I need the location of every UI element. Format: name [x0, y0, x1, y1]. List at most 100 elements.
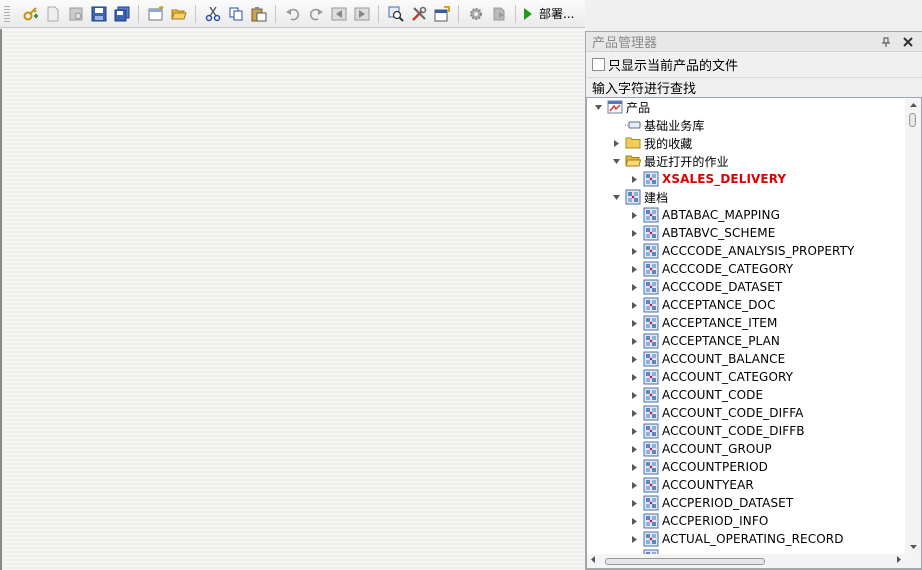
new-window-icon[interactable]: [146, 4, 166, 24]
table-icon: [643, 531, 659, 547]
new-document-icon[interactable]: [43, 4, 63, 24]
tree-node[interactable]: ACTUAL_OPERATING_RECORD: [629, 530, 844, 548]
cut-icon[interactable]: [203, 4, 223, 24]
tree-node[interactable]: ACCEPTANCE_DOC: [629, 296, 776, 314]
table-icon: [643, 261, 659, 277]
only-current-checkbox-row[interactable]: 只显示当前产品的文件: [586, 52, 922, 78]
deploy-button[interactable]: 部署...: [523, 4, 574, 24]
only-current-checkbox[interactable]: [592, 58, 605, 71]
tree-node[interactable]: ACCCODE_CATEGORY: [629, 260, 793, 278]
tree-node[interactable]: ACCPERIOD_INFO: [629, 512, 768, 530]
tree-node-label: ACCOUNTYEAR: [662, 478, 754, 492]
tree-node[interactable]: 最近打开的作业: [611, 152, 729, 170]
collapse-arrow-icon[interactable]: [611, 156, 621, 166]
tree-node[interactable]: 基础业务库: [611, 116, 705, 134]
library-icon: [625, 117, 641, 133]
table-icon: [643, 405, 659, 421]
expand-arrow-icon[interactable]: [629, 534, 639, 544]
expand-arrow-icon[interactable]: [629, 282, 639, 292]
redo-icon[interactable]: [306, 4, 326, 24]
gear-icon[interactable]: [466, 4, 486, 24]
tree-node[interactable]: ACCOUNT_CODE_DIFFA: [629, 404, 803, 422]
tree-node-label: ACCEPTANCE_DOC: [662, 298, 776, 312]
expand-arrow-icon[interactable]: [629, 444, 639, 454]
scroll-right-icon[interactable]: [897, 556, 901, 563]
expand-arrow-icon[interactable]: [629, 498, 639, 508]
deploy-gray-icon[interactable]: [489, 4, 509, 24]
paste-icon[interactable]: [249, 4, 269, 24]
copy-icon[interactable]: [226, 4, 246, 24]
toolbar-separator: [378, 4, 379, 23]
expand-arrow-icon[interactable]: [629, 516, 639, 526]
vertical-scroll-thumb[interactable]: [909, 113, 916, 127]
expand-arrow-icon[interactable]: [629, 426, 639, 436]
tree-node[interactable]: ACCOUNT_GROUP: [629, 440, 772, 458]
save-all-icon[interactable]: [112, 4, 132, 24]
tree-node[interactable]: ACCOUNTYEAR: [629, 476, 754, 494]
tree-node-label: ABTABAC_MAPPING: [662, 208, 781, 222]
horizontal-scroll-thumb[interactable]: [605, 558, 765, 565]
tree-node[interactable]: ACCOUNT_CODE_DIFFB: [629, 422, 805, 440]
tree-node[interactable]: ACCCODE_ANALYSIS_PROPERTY: [629, 242, 854, 260]
collapse-arrow-icon[interactable]: [593, 102, 603, 112]
tree-node[interactable]: ACCOUNT_CATEGORY: [629, 368, 793, 386]
tools-icon[interactable]: [409, 4, 429, 24]
horizontal-scrollbar[interactable]: [587, 554, 921, 568]
expand-arrow-icon[interactable]: [629, 372, 639, 382]
vertical-scrollbar[interactable]: [905, 98, 921, 554]
expand-arrow-icon[interactable]: [629, 210, 639, 220]
tree-node-label: ACCOUNT_CODE_DIFFA: [662, 406, 804, 420]
properties-icon[interactable]: [432, 4, 452, 24]
tree-node[interactable]: ACCOUNT_CODE: [629, 386, 763, 404]
table-icon: [643, 513, 659, 529]
tree-node[interactable]: ABTABAC_MAPPING: [629, 206, 780, 224]
tree-node-label: ACCEPTANCE_PLAN: [662, 334, 781, 348]
tree-root-node[interactable]: 产品: [593, 98, 650, 116]
tree-node[interactable]: XSALES_DELIVERY: [629, 170, 786, 188]
tree-node[interactable]: ACCOUNT_BALANCE: [629, 350, 785, 368]
table-icon: [643, 441, 659, 457]
main-toolbar: 部署...: [0, 0, 585, 28]
tree-node[interactable]: ACCEPTANCE_ITEM: [629, 314, 777, 332]
toolbar-separator: [138, 4, 139, 23]
save-icon[interactable]: [89, 4, 109, 24]
expand-arrow-icon[interactable]: [629, 336, 639, 346]
expand-arrow-icon[interactable]: [629, 390, 639, 400]
tree-node[interactable]: ACCCODE_DATASET: [629, 278, 782, 296]
expand-arrow-icon[interactable]: [629, 318, 639, 328]
pin-icon[interactable]: [878, 34, 894, 50]
tree-node[interactable]: 我的收藏: [611, 134, 692, 152]
undo-icon[interactable]: [283, 4, 303, 24]
tree-node[interactable]: ACCPERIOD_DATASET: [629, 494, 793, 512]
expand-arrow-icon[interactable]: [629, 480, 639, 490]
tree-node[interactable]: ACCEPTANCE_PLAN: [629, 332, 780, 350]
find-icon[interactable]: [386, 4, 406, 24]
close-icon[interactable]: [900, 34, 916, 50]
collapse-arrow-icon[interactable]: [611, 192, 621, 202]
toolbar-grip[interactable]: [4, 5, 10, 22]
expand-arrow-icon[interactable]: [629, 174, 639, 184]
expand-arrow-icon[interactable]: [629, 264, 639, 274]
new-key-icon[interactable]: [20, 4, 40, 24]
expand-arrow-icon[interactable]: [629, 408, 639, 418]
tree-node[interactable]: ABTABVC_SCHEME: [629, 224, 775, 242]
scroll-up-icon[interactable]: [905, 98, 921, 112]
tree-node[interactable]: 建档: [611, 188, 668, 206]
editor-area[interactable]: [0, 29, 585, 570]
table-icon: [643, 351, 659, 367]
expand-arrow-icon[interactable]: [629, 228, 639, 238]
scroll-left-icon[interactable]: [591, 556, 595, 563]
expand-arrow-icon[interactable]: [629, 354, 639, 364]
search-label[interactable]: 输入字符进行查找: [586, 78, 922, 98]
expand-arrow-icon[interactable]: [629, 300, 639, 310]
expand-arrow-icon[interactable]: [629, 246, 639, 256]
disk-gray-icon[interactable]: [66, 4, 86, 24]
step-back-icon[interactable]: [329, 4, 349, 24]
scroll-down-icon[interactable]: [905, 540, 921, 554]
expand-arrow-icon[interactable]: [611, 138, 621, 148]
product-manager-panel: 产品管理器 只显示当前产品的文件 输入字符进行查找 产品 基础业务库 我的收藏 最近打…: [585, 31, 922, 570]
open-folder-icon[interactable]: [169, 4, 189, 24]
tree-node[interactable]: ACCOUNTPERIOD: [629, 458, 768, 476]
step-forward-icon[interactable]: [352, 4, 372, 24]
expand-arrow-icon[interactable]: [629, 462, 639, 472]
